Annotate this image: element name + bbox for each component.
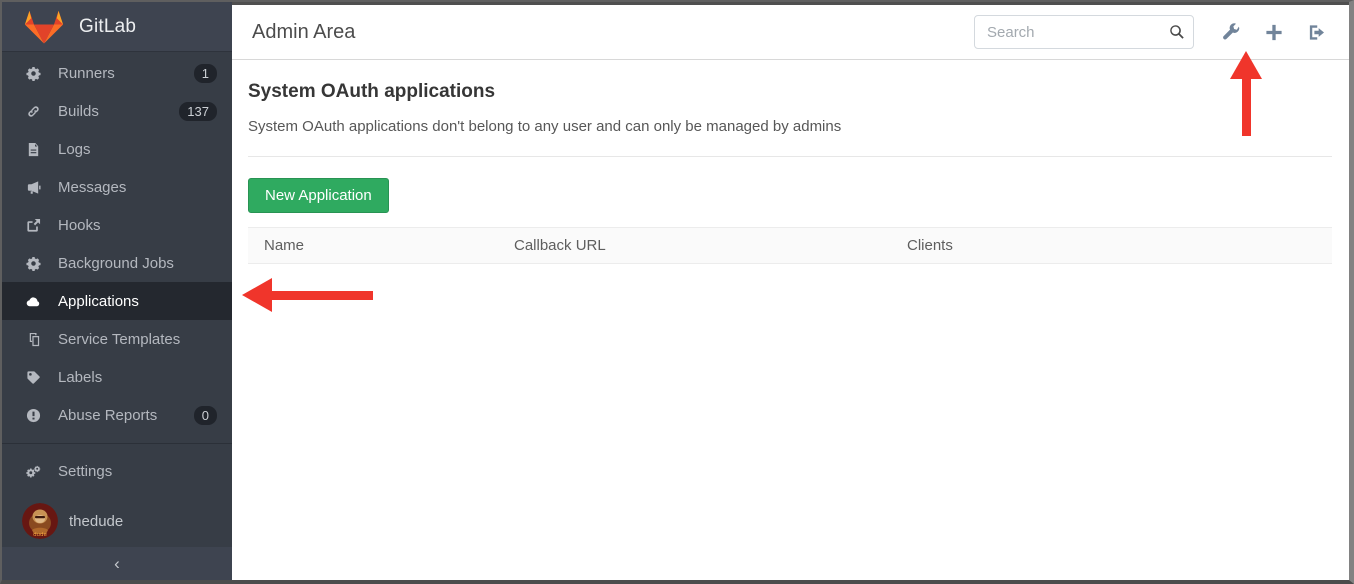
sidebar-item-label: Abuse Reports <box>58 407 194 424</box>
red-arrow-left-stem <box>272 291 373 300</box>
search-icon[interactable] <box>1168 23 1185 40</box>
column-header-callback-url: Callback URL <box>498 237 891 254</box>
sidebar-item-label: Applications <box>58 293 217 310</box>
new-application-button[interactable]: New Application <box>248 178 389 213</box>
main-area: Admin Area System OAuth applications Sys… <box>232 2 1349 580</box>
section-heading: System OAuth applications <box>248 81 1332 103</box>
sidebar-spacer <box>2 539 232 547</box>
topbar: Admin Area <box>232 5 1349 60</box>
sidebar-item-label: Hooks <box>58 217 217 234</box>
brand-name: GitLab <box>79 16 136 38</box>
topbar-icons <box>1220 22 1331 42</box>
sidebar-item-label: Service Templates <box>58 331 217 348</box>
sidebar-divider <box>2 443 232 444</box>
count-badge: 1 <box>194 64 217 83</box>
sidebar-item-background-jobs[interactable]: Background Jobs <box>2 244 232 282</box>
screenshot-frame: GitLab Runners 1 Builds 137 Logs Message… <box>0 0 1354 584</box>
gear-icon <box>25 65 42 81</box>
sidebar-item-runners[interactable]: Runners 1 <box>2 54 232 92</box>
copy-icon <box>25 331 42 347</box>
sidebar-item-label: Background Jobs <box>58 255 217 272</box>
sidebar-nav: Runners 1 Builds 137 Logs Messages Hooks… <box>2 52 232 434</box>
column-header-name: Name <box>248 237 498 254</box>
sidebar-item-settings[interactable]: Settings <box>2 452 232 490</box>
sidebar-item-labels[interactable]: Labels <box>2 358 232 396</box>
gitlab-admin-app: GitLab Runners 1 Builds 137 Logs Message… <box>2 2 1349 580</box>
plus-icon[interactable] <box>1263 22 1284 42</box>
sidebar-header[interactable]: GitLab <box>2 2 232 52</box>
sidebar-collapse-button[interactable]: ‹ <box>2 547 232 580</box>
count-badge: 137 <box>179 102 217 121</box>
sidebar-item-abuse-reports[interactable]: Abuse Reports 0 <box>2 396 232 434</box>
sidebar-item-applications[interactable]: Applications <box>2 282 232 320</box>
tag-icon <box>25 369 42 385</box>
sidebar-item-builds[interactable]: Builds 137 <box>2 92 232 130</box>
sidebar-item-label: Runners <box>58 65 194 82</box>
red-arrow-up-head <box>1230 51 1262 79</box>
sidebar: GitLab Runners 1 Builds 137 Logs Message… <box>2 2 232 580</box>
file-icon <box>25 141 42 157</box>
column-header-clients: Clients <box>891 237 1332 254</box>
link-icon <box>25 103 42 119</box>
wrench-icon[interactable] <box>1220 22 1241 42</box>
search-box <box>974 15 1194 49</box>
cog-icon <box>25 255 42 271</box>
search-input[interactable] <box>974 15 1194 49</box>
exclamation-circle-icon <box>25 407 42 423</box>
gitlab-tanuki-icon <box>24 9 64 45</box>
red-arrow-left <box>242 278 373 312</box>
red-arrow-left-head <box>242 278 272 312</box>
section-divider <box>248 156 1332 157</box>
sidebar-user[interactable]: dude thedude <box>2 503 232 539</box>
sidebar-item-messages[interactable]: Messages <box>2 168 232 206</box>
gears-icon <box>25 463 42 479</box>
sidebar-item-label: Logs <box>58 141 217 158</box>
bullhorn-icon <box>25 179 42 195</box>
user-name: thedude <box>69 513 123 530</box>
cloud-icon <box>25 293 42 309</box>
chevron-left-icon: ‹ <box>114 554 120 574</box>
sidebar-item-label: Messages <box>58 179 217 196</box>
page-title: Admin Area <box>252 21 355 44</box>
sidebar-item-service-templates[interactable]: Service Templates <box>2 320 232 358</box>
red-arrow-up <box>1230 51 1262 136</box>
external-link-icon <box>25 217 42 233</box>
applications-table-header: NameCallback URLClients <box>248 227 1332 264</box>
sidebar-item-label: Settings <box>58 463 217 480</box>
sidebar-item-hooks[interactable]: Hooks <box>2 206 232 244</box>
content: System OAuth applications System OAuth a… <box>232 60 1349 264</box>
section-description: System OAuth applications don't belong t… <box>248 118 1332 135</box>
sidebar-item-label: Labels <box>58 369 217 386</box>
user-avatar: dude <box>22 503 58 539</box>
red-arrow-up-stem <box>1242 79 1251 136</box>
sidebar-item-logs[interactable]: Logs <box>2 130 232 168</box>
sidebar-item-label: Builds <box>58 103 179 120</box>
svg-text:dude: dude <box>33 532 47 538</box>
count-badge: 0 <box>194 406 217 425</box>
sign-out-icon[interactable] <box>1306 22 1327 42</box>
